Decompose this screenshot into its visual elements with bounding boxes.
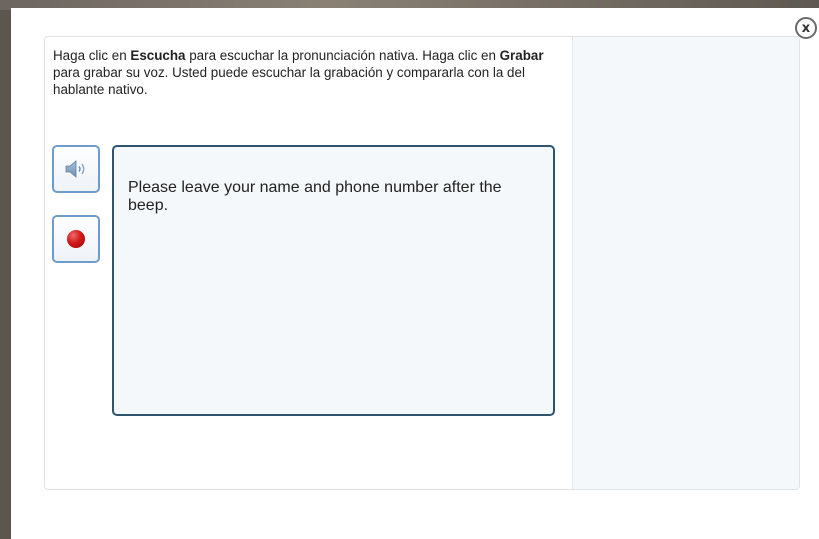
side-pane [572, 37, 799, 489]
phrase-box: Please leave your name and phone number … [112, 145, 555, 416]
record-icon [67, 230, 85, 248]
close-button[interactable]: x [795, 17, 817, 39]
record-button[interactable] [52, 215, 100, 263]
close-icon: x [801, 20, 811, 36]
phrase-text: Please leave your name and phone number … [128, 179, 502, 214]
speaker-icon [65, 160, 85, 178]
listen-button[interactable] [52, 145, 100, 193]
record-keyword: Grabar [499, 48, 544, 63]
exercise-panel: Haga clic en Escucha para escuchar la pr… [44, 36, 800, 490]
listen-keyword: Escucha [130, 48, 186, 63]
instructions-text: Haga clic en Escucha para escuchar la pr… [53, 48, 544, 97]
